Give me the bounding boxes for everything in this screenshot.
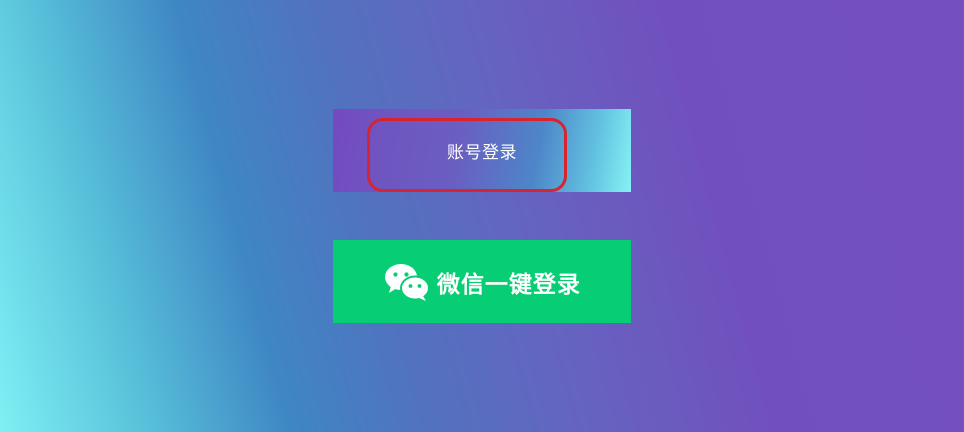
login-screen: 账号登录 微信一键登录 xyxy=(0,0,964,432)
wechat-icon xyxy=(385,263,430,301)
account-login-label: 账号登录 xyxy=(447,143,517,163)
wechat-login-label: 微信一键登录 xyxy=(437,271,581,298)
account-login-button[interactable]: 账号登录 xyxy=(333,109,631,192)
wechat-login-button[interactable]: 微信一键登录 xyxy=(333,240,631,323)
